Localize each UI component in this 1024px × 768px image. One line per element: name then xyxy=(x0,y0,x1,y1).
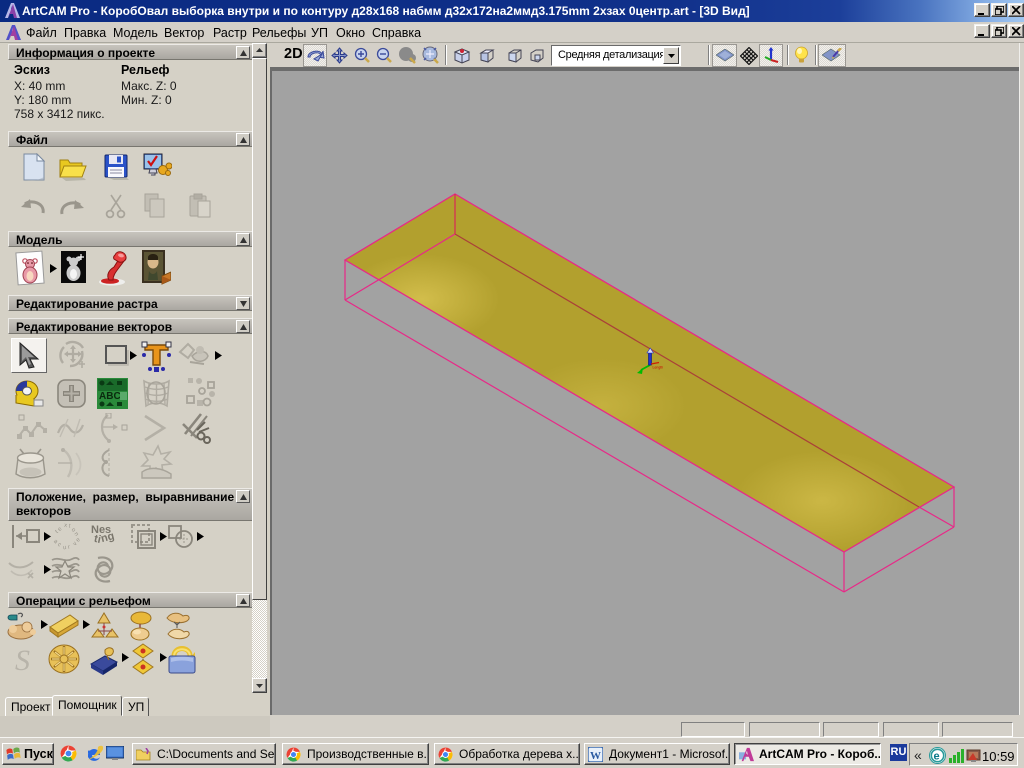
svg-text:v e: v e xyxy=(72,537,80,547)
svg-text:u r: u r xyxy=(63,544,71,550)
svg-text:t e: t e xyxy=(54,526,63,535)
svg-text:x t: x t xyxy=(64,523,72,530)
svg-text:Length: Length xyxy=(653,366,664,370)
svg-text:a c: a c xyxy=(52,539,62,549)
svg-text:S: S xyxy=(15,645,30,674)
svg-text:o n: o n xyxy=(70,527,80,537)
svg-text:ABC: ABC xyxy=(99,391,121,402)
svg-text:ng: ng xyxy=(100,530,116,545)
svg-text:e: e xyxy=(934,751,940,763)
svg-text:W: W xyxy=(590,750,601,762)
